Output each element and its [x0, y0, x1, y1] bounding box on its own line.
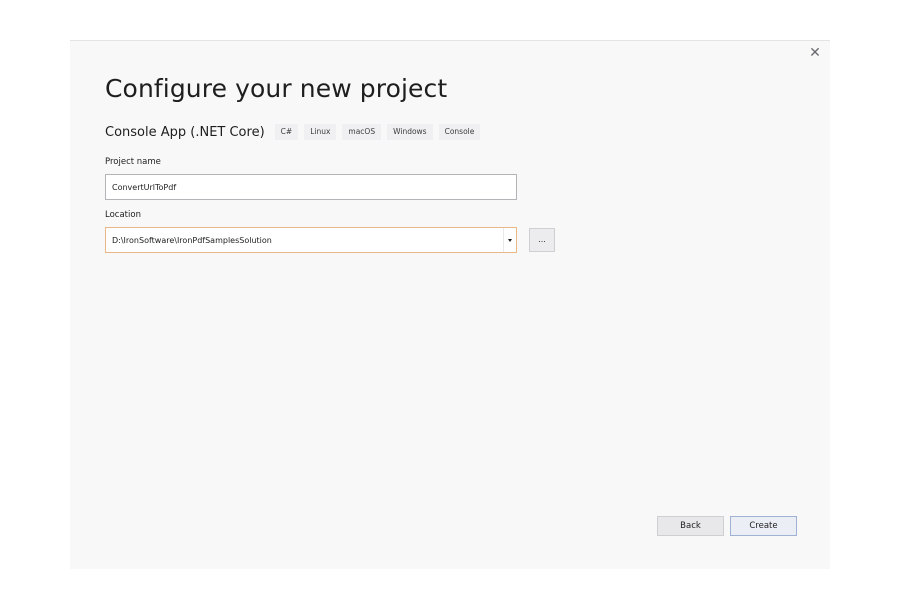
configure-project-dialog: ✕ Configure your new project Console App… [70, 40, 830, 569]
tag-platform-macos: macOS [342, 124, 382, 140]
tag-platform-windows: Windows [387, 124, 433, 140]
location-label: Location [105, 210, 141, 220]
tag-platform-linux: Linux [304, 124, 337, 140]
project-name-field[interactable] [105, 174, 517, 200]
browse-location-button[interactable]: ... [529, 228, 555, 252]
location-dropdown-button[interactable] [503, 228, 516, 252]
back-button[interactable]: Back [657, 516, 724, 536]
project-name-label: Project name [105, 157, 161, 167]
chevron-down-icon [508, 238, 512, 242]
create-button[interactable]: Create [730, 516, 797, 536]
close-icon[interactable]: ✕ [808, 45, 822, 61]
template-summary: Console App (.NET Core) C# Linux macOS W… [105, 122, 486, 142]
tag-language: C# [274, 124, 299, 140]
template-name: Console App (.NET Core) [105, 124, 265, 140]
tag-project-type: Console [438, 124, 481, 140]
location-field[interactable] [106, 228, 504, 252]
page-title: Configure your new project [105, 74, 448, 103]
location-combo[interactable] [105, 227, 517, 253]
